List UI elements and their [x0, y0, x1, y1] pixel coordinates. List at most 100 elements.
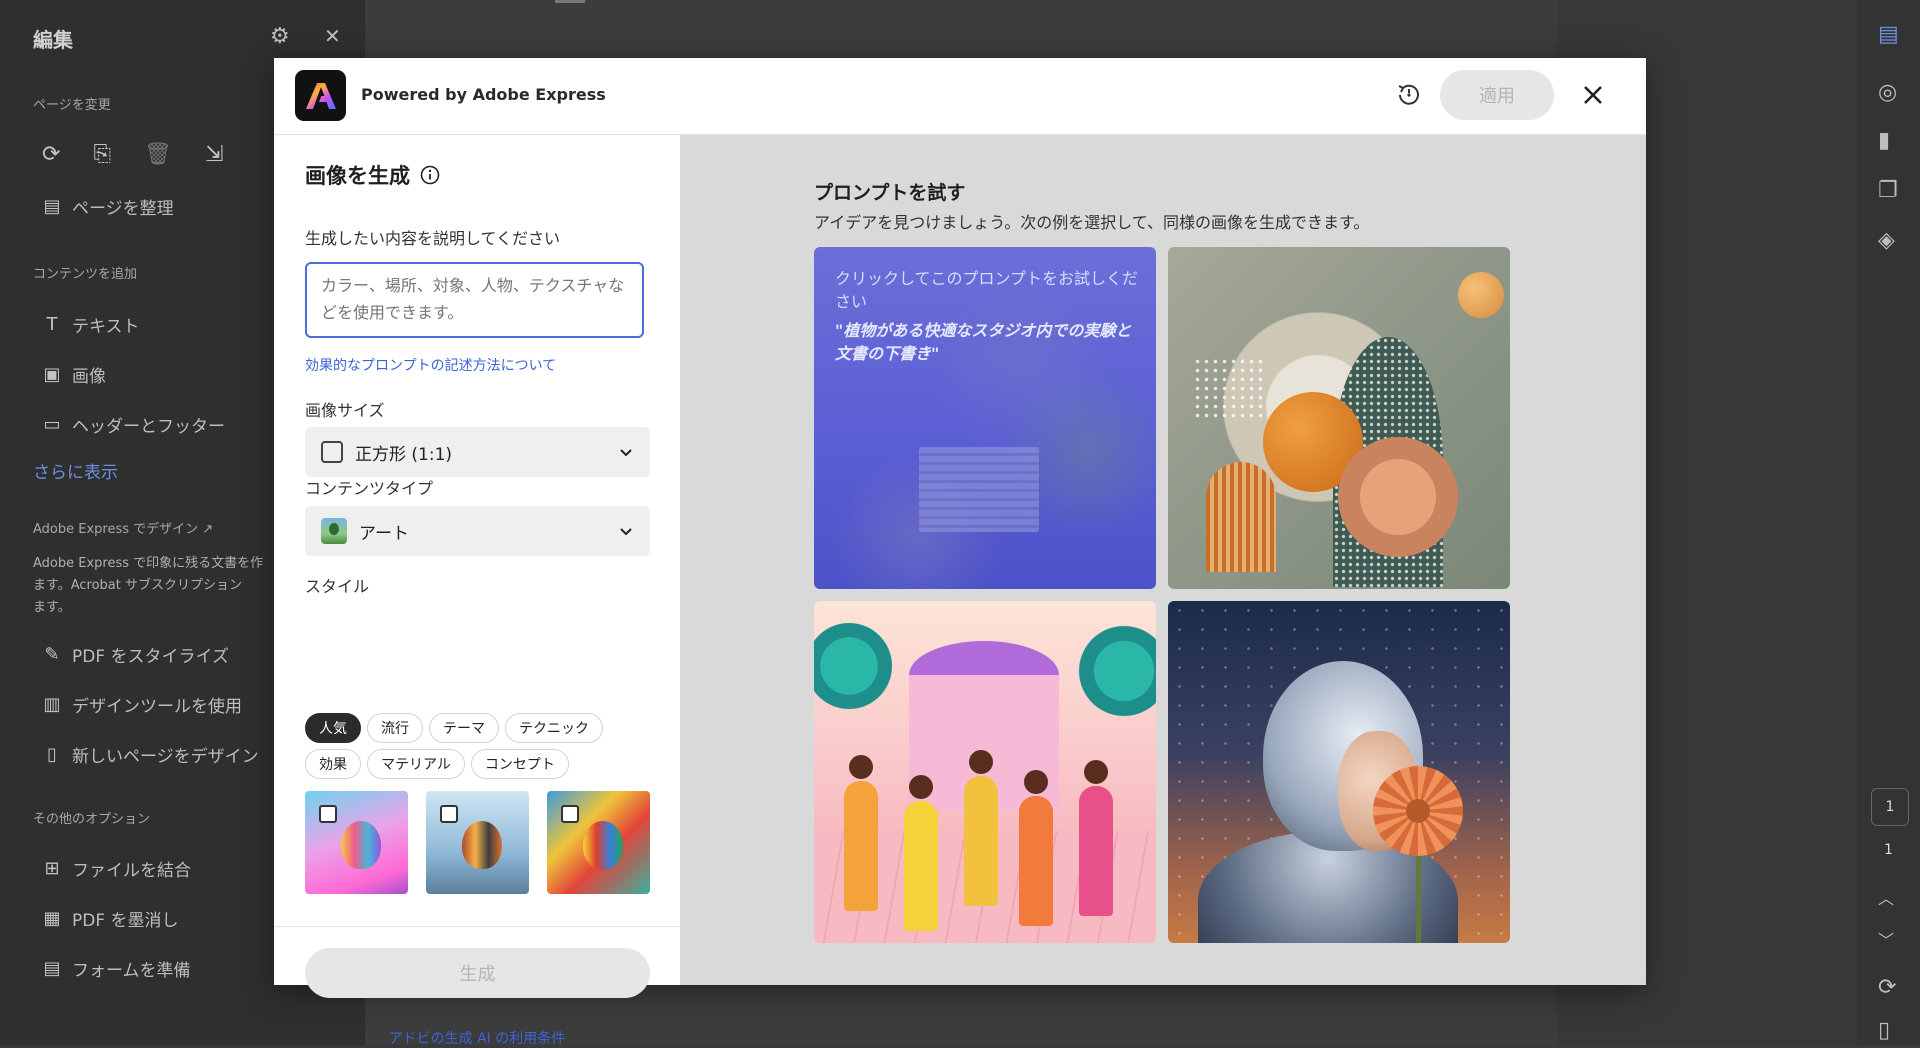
art-icon: [321, 518, 347, 544]
combine-files-item[interactable]: ⊞ ファイルを結合: [42, 856, 191, 881]
prompt-card-abstract[interactable]: [1168, 247, 1510, 589]
page-total: 1: [1884, 842, 1893, 858]
redact-pdf-item[interactable]: ▦ PDF を墨消し: [42, 906, 178, 931]
chevron-down-icon: [620, 449, 632, 457]
apply-button[interactable]: 適用: [1440, 70, 1554, 120]
kid-figure: [964, 750, 998, 906]
show-more-link[interactable]: さらに表示: [33, 458, 118, 483]
style-chip-material[interactable]: マテリアル: [367, 749, 465, 779]
chevron-up-icon[interactable]: ︿: [1878, 885, 1894, 909]
page-number-box[interactable]: 1: [1871, 788, 1909, 826]
dots-pattern: [1193, 357, 1263, 422]
try-prompt-subtitle: アイデアを見つけましょう。次の例を選択して、同様の画像を生成できます。: [814, 213, 1370, 232]
prompt-input[interactable]: [305, 262, 644, 338]
organize-pages-item[interactable]: ▤ ページを整理: [42, 194, 173, 219]
header-footer-item[interactable]: ▭ ヘッダーとフッター: [42, 412, 225, 437]
style-thumbnail[interactable]: [547, 791, 650, 894]
square-icon: [321, 441, 343, 463]
prompt-card-robot[interactable]: [1168, 601, 1510, 943]
content-type-select[interactable]: アート: [305, 506, 650, 556]
info-icon[interactable]: [420, 165, 440, 185]
bookmark-icon[interactable]: ▮: [1878, 128, 1890, 153]
palm-tree-left: [814, 621, 904, 711]
close-icon[interactable]: ✕: [324, 24, 341, 48]
text-icon: T: [46, 314, 58, 335]
history-icon[interactable]: [1394, 80, 1424, 110]
kid-figure: [904, 775, 938, 931]
form-icon: ▤: [43, 958, 61, 979]
style-chips: 人気 流行 テーマ テクニック 効果 マテリアル コンセプト: [305, 713, 645, 779]
section-change-page: ページを変更: [33, 98, 111, 113]
style-label: スタイル: [305, 577, 370, 596]
stylize-pdf-item[interactable]: ✎ PDF をスタイライズ: [42, 642, 229, 667]
design-tools-item[interactable]: ▥ デザインツールを使用: [42, 692, 242, 717]
style-checkbox[interactable]: [561, 805, 579, 823]
style-chip-popular[interactable]: 人気: [305, 713, 361, 743]
add-image-item[interactable]: ▣ 画像: [42, 362, 106, 387]
style-checkbox[interactable]: [319, 805, 337, 823]
brand-label: Powered by Adobe Express: [361, 85, 606, 104]
balloon-image: [583, 821, 623, 869]
dialog-header: Powered by Adobe Express 適用: [274, 58, 1646, 135]
card-hint: クリックしてこのプロンプトをお試しください: [835, 269, 1139, 311]
redact-icon: ▦: [43, 908, 61, 929]
layers-icon[interactable]: ◈: [1878, 228, 1895, 253]
style-thumbnail[interactable]: [426, 791, 529, 894]
tab-indicator: [555, 0, 585, 3]
generate-button[interactable]: 生成: [305, 948, 650, 998]
adobe-express-a-icon: [305, 82, 336, 109]
kid-figure: [1079, 760, 1113, 916]
design-new-page-item[interactable]: ▯ 新しいページをデザイン: [42, 742, 259, 767]
panel-title: 画像を生成: [305, 160, 440, 190]
gear-icon[interactable]: ⚙: [270, 24, 290, 49]
balloon-image: [462, 821, 502, 869]
external-link-icon[interactable]: ↗: [202, 522, 213, 537]
organize-icon: ▤: [43, 196, 61, 217]
rotate-icon[interactable]: ⟳: [42, 142, 60, 167]
style-chip-concept[interactable]: コンセプト: [470, 749, 569, 779]
search-icon[interactable]: ◎: [1878, 80, 1897, 105]
refresh-icon[interactable]: ⟳: [1878, 975, 1896, 1000]
books-illustration: [919, 447, 1039, 532]
style-thumbnail[interactable]: [305, 791, 408, 894]
content-type-label: コンテンツタイプ: [305, 479, 434, 498]
insert-page-icon[interactable]: ⎘: [93, 142, 111, 167]
chevron-down-icon[interactable]: ﹀: [1878, 927, 1894, 951]
stylize-icon: ✎: [44, 644, 60, 665]
design-tools-icon: ▥: [43, 694, 61, 715]
edit-panel-title: 編集: [33, 28, 73, 52]
combine-icon: ⊞: [44, 858, 60, 879]
pages-icon[interactable]: ❐: [1878, 178, 1898, 203]
document-icon[interactable]: ▯: [1878, 1018, 1890, 1043]
style-checkbox[interactable]: [440, 805, 458, 823]
ring-shape: [1338, 437, 1458, 557]
prompt-card-studio[interactable]: クリックしてこのプロンプトをお試しください "植物がある快適なスタジオ内での実験…: [814, 247, 1156, 589]
describe-label: 生成したい内容を説明してください: [305, 229, 561, 248]
style-chip-trending[interactable]: 流行: [367, 713, 423, 743]
section-adobe-express: Adobe Express でデザイン ↗: [33, 522, 214, 537]
section-other-options: その他のオプション: [33, 812, 151, 827]
chevron-down-icon: [620, 528, 632, 536]
add-text-item[interactable]: T テキスト: [42, 312, 140, 337]
image-size-label: 画像サイズ: [305, 401, 385, 420]
close-dialog-icon[interactable]: [1574, 76, 1612, 114]
style-chip-technique[interactable]: テクニック: [505, 713, 603, 743]
section-add-content: コンテンツを追加: [33, 267, 138, 282]
delete-icon[interactable]: 🗑: [144, 142, 172, 167]
comb-shape: [1206, 462, 1276, 572]
prompt-card-kids[interactable]: [814, 601, 1156, 943]
generate-options-panel: 画像を生成 生成したい内容を説明してください 効果的なプロンプトの記述方法につい…: [274, 135, 680, 1047]
new-page-icon: ▯: [47, 744, 57, 765]
style-chip-theme[interactable]: テーマ: [429, 713, 499, 743]
extract-page-icon[interactable]: ⇲: [205, 142, 223, 167]
comments-icon[interactable]: ▤: [1878, 22, 1899, 47]
image-size-select[interactable]: 正方形 (1:1): [305, 427, 650, 477]
prompt-help-link[interactable]: 効果的なプロンプトの記述方法について: [305, 355, 556, 375]
try-prompt-panel: プロンプトを試す アイデアを見つけましょう。次の例を選択して、同様の画像を生成で…: [680, 135, 1646, 985]
terms-link[interactable]: アドビの生成 AI の利用条件: [274, 1028, 680, 1048]
style-chip-effect[interactable]: 効果: [305, 749, 361, 779]
divider: [274, 926, 680, 927]
orb-shape: [1458, 272, 1504, 318]
kid-figure: [844, 755, 878, 911]
prepare-form-item[interactable]: ▤ フォームを準備: [42, 956, 190, 981]
